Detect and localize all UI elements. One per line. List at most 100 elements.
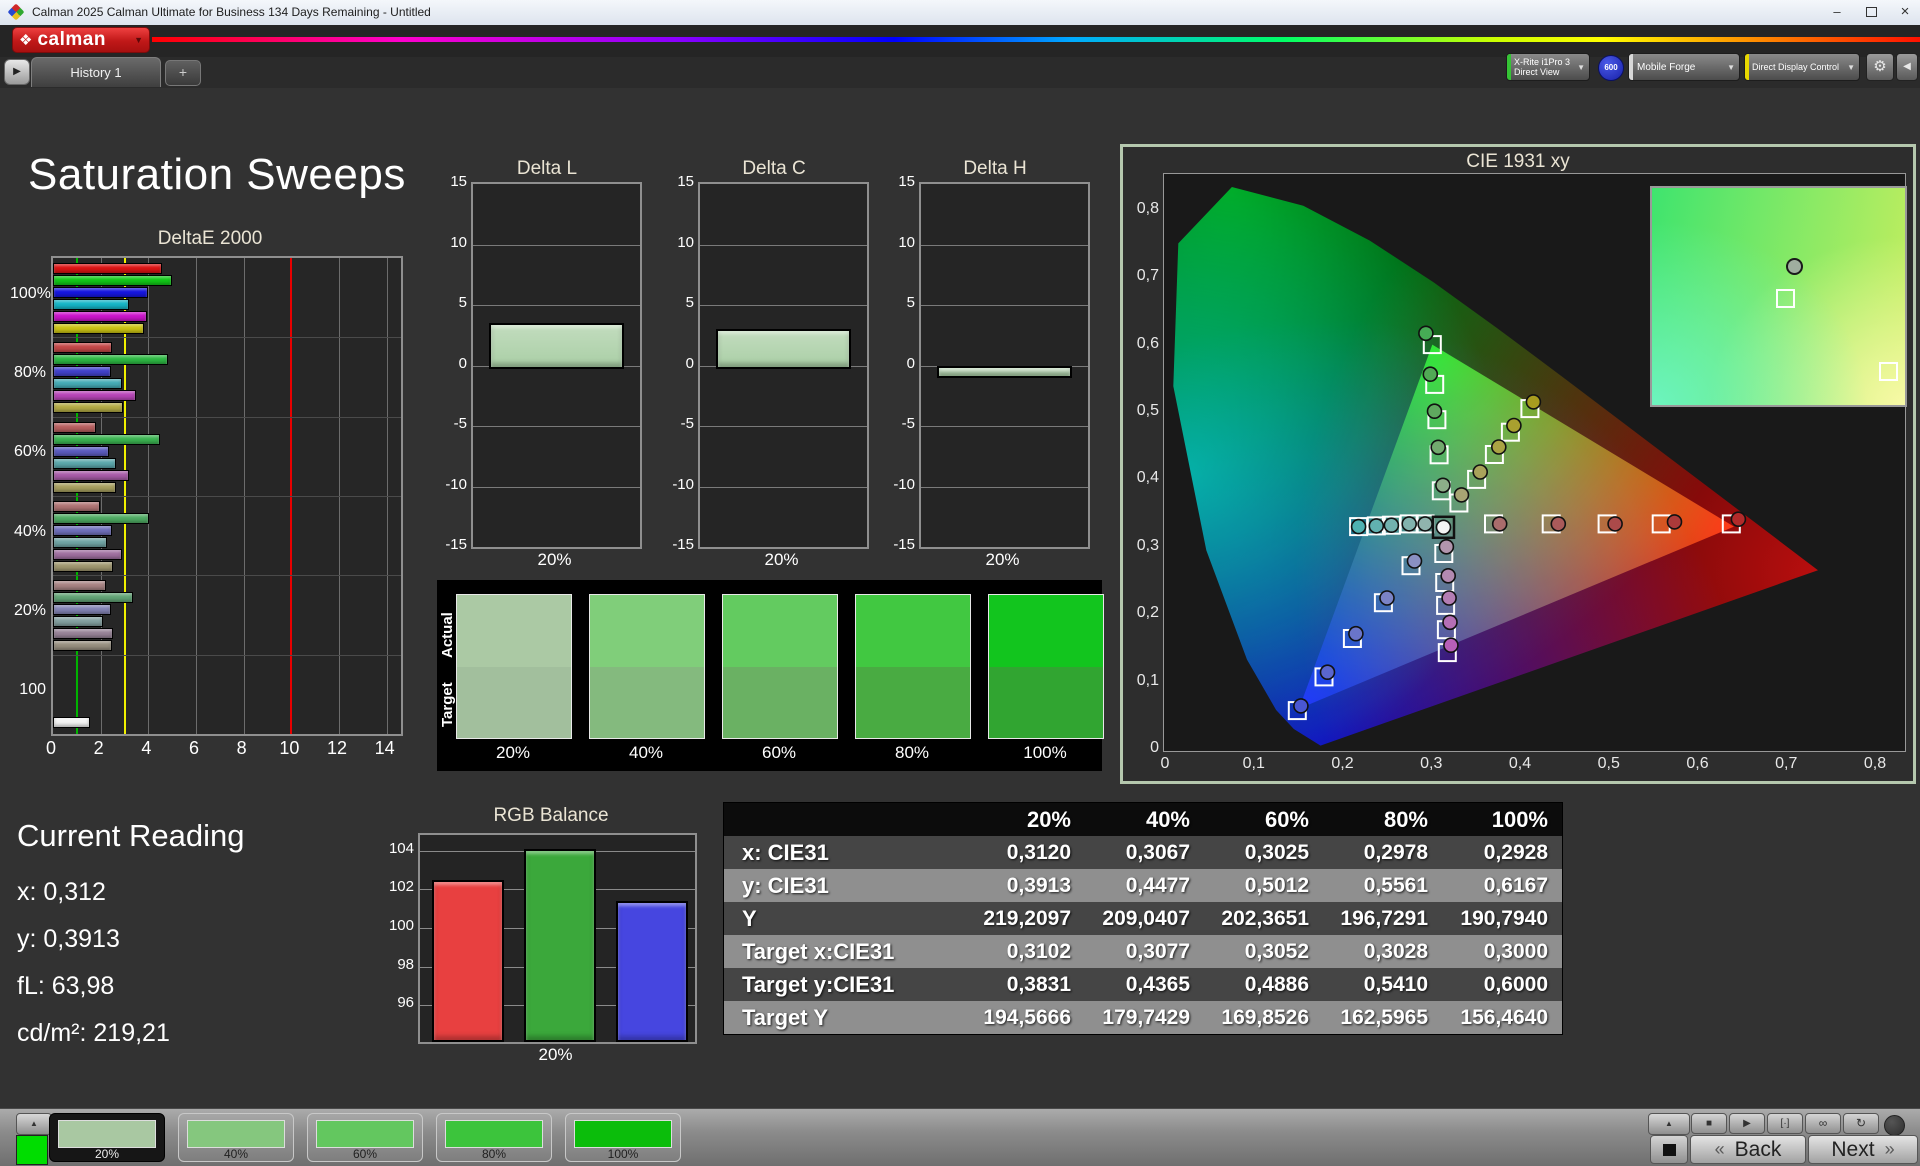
y-group-label: 80% [13,364,46,381]
column-header: 100% [1491,806,1548,832]
calman-menu-button[interactable]: ❖ calman ▼ [12,27,150,53]
sweep-swatch-80%[interactable]: 80% [436,1113,552,1162]
table-value: 0,3913 [1006,873,1071,897]
source-dropdown[interactable]: Mobile Forge ▼ [1628,53,1740,81]
y-tick-label: 5 [458,294,467,311]
history-play-button[interactable]: ▶ [4,59,30,85]
collapse-panel-button[interactable]: ◀ [1896,53,1918,81]
measured-point [1383,517,1400,534]
x-category-label: 20% [985,550,1020,569]
reading-y: y: 0,3913 [17,925,120,953]
y-tick-label: 10 [450,233,467,251]
table-value: 219,2097 [983,906,1071,930]
y-tick-label: 15 [450,173,467,190]
cie-1931-panel: CIE 1931 xy 0 0,1 0,2 0,3 0,4 0,5 0,6 0,7 0,8 0 0,… [1120,144,1916,784]
sweep-swatch-20%[interactable]: 20% [49,1113,165,1162]
read-single-button[interactable]: [·] [1767,1113,1803,1134]
rgb-plot-area [418,833,697,1044]
measurement-table: 20% 40% 60% 80% 100% x: CIE31 0,3120 0,3067 0,30… [723,802,1563,1035]
table-row: y: CIE31 0,3913 0,4477 0,5012 0,5561 0,6167 [724,869,1562,902]
next-button[interactable]: Next » [1808,1135,1918,1164]
delta-l-chart: Delta L 15 10 5 0 -5 -10 -15 20% [445,158,647,583]
inset-measured-marker [1785,258,1803,276]
sweep-swatch-100%[interactable]: 100% [565,1113,681,1162]
deltae-bar [53,311,147,322]
x-tick-label: 10 [279,738,300,758]
delta-bar [489,323,624,370]
gridline [700,426,867,427]
back-button[interactable]: « Back [1690,1135,1806,1164]
meter-dropdown[interactable]: X-Rite i1Pro 3 Direct View ▼ [1506,53,1590,81]
deltae-bar [53,525,113,536]
play-button[interactable]: ▶ [1729,1113,1765,1134]
window-title: Calman 2025 Calman Ultimate for Business… [32,5,431,19]
gridline [473,305,640,306]
swatch-percent-label: 80% [894,743,930,762]
source-label: Mobile Forge [1637,61,1696,73]
table-value: 0,6000 [1483,972,1548,996]
swatch-column [988,594,1104,739]
stop-button[interactable]: ■ [1691,1113,1727,1134]
chart-title: Delta H [963,158,1027,179]
y-tick-label: 0 [906,354,915,372]
x-tick-label: 0,5 [1597,755,1620,772]
current-reading-title: Current Reading [17,818,245,853]
table-value: 0,2978 [1363,840,1428,864]
measured-point [1350,518,1367,535]
measured-point [1348,625,1364,642]
mini-plot-area [471,182,642,549]
gridline [921,244,1088,246]
y-tick-label: 104 [388,839,414,857]
actual-swatch [457,595,571,667]
display-control-dropdown[interactable]: Direct Display Control ▼ [1744,53,1860,81]
sweep-swatch-color [445,1120,543,1148]
table-value: 0,3028 [1363,939,1428,963]
close-button[interactable]: × [1890,2,1920,22]
y-tick-label: 0,2 [1136,604,1159,622]
chevrons-right-icon: » [1884,1139,1895,1159]
deltae2000-chart: DeltaE 2000 0 2 4 6 8 10 12 14 100% 80% 60% 40% 20% 10… [10,228,410,763]
display-control-label: Direct Display Control [1752,62,1840,72]
maximize-button[interactable] [1856,2,1886,22]
sweep-swatch-color [187,1120,285,1148]
measured-point [1472,464,1489,480]
x-category-label: 20% [537,550,572,569]
swatch-column [456,594,572,739]
x-tick-label: 8 [236,738,247,758]
deltae-bar [53,501,101,512]
gridline [473,244,640,246]
chevron-up-icon: ▲ [1665,1119,1673,1128]
sweep-swatch-label: 20% [94,1147,120,1161]
sweep-swatch-60%[interactable]: 60% [307,1113,423,1162]
x-tick-label: 0,2 [1331,755,1354,772]
add-tab-button[interactable]: + [165,60,201,86]
table-value: 196,7291 [1340,906,1428,930]
table-header-row: 20% 40% 60% 80% 100% [724,803,1562,836]
gridline [700,244,867,246]
row-label: x: CIE31 [742,839,829,865]
deltae-bar [53,354,169,366]
tab-history-1[interactable]: History 1 [31,57,161,87]
x-tick-label: 0,3 [1420,755,1443,772]
expand-transport-button[interactable]: ▲ [1648,1113,1690,1135]
deltae-bar [53,469,129,481]
minimize-button[interactable]: – [1822,2,1852,22]
settings-button[interactable]: ⚙ [1866,53,1894,81]
table-value: 0,3000 [1483,939,1548,963]
rainbow-stripe [152,37,1920,42]
x-tick-label: 0,6 [1686,755,1709,772]
target-swatch [590,666,704,738]
table-row: Y 219,2097 209,0407 202,3651 196,7291 190,794… [724,902,1562,935]
sweep-swatch-40%[interactable]: 40% [178,1113,294,1162]
sample-window-button[interactable] [1650,1135,1688,1164]
table-value: 194,5666 [983,1005,1071,1029]
x-tick-label: 0 [45,738,56,758]
loop-button[interactable]: ↻ [1843,1113,1879,1134]
y-tick-label: 96 [397,994,414,1012]
y-tick-label: 0 [458,354,467,372]
inset-target-marker [1879,362,1899,382]
deltae-bar [53,537,108,548]
continuous-read-button[interactable]: ∞ [1805,1113,1841,1134]
meter-600-badge[interactable]: 600 [1598,55,1624,81]
swatch-percent-label: 20% [495,743,531,762]
